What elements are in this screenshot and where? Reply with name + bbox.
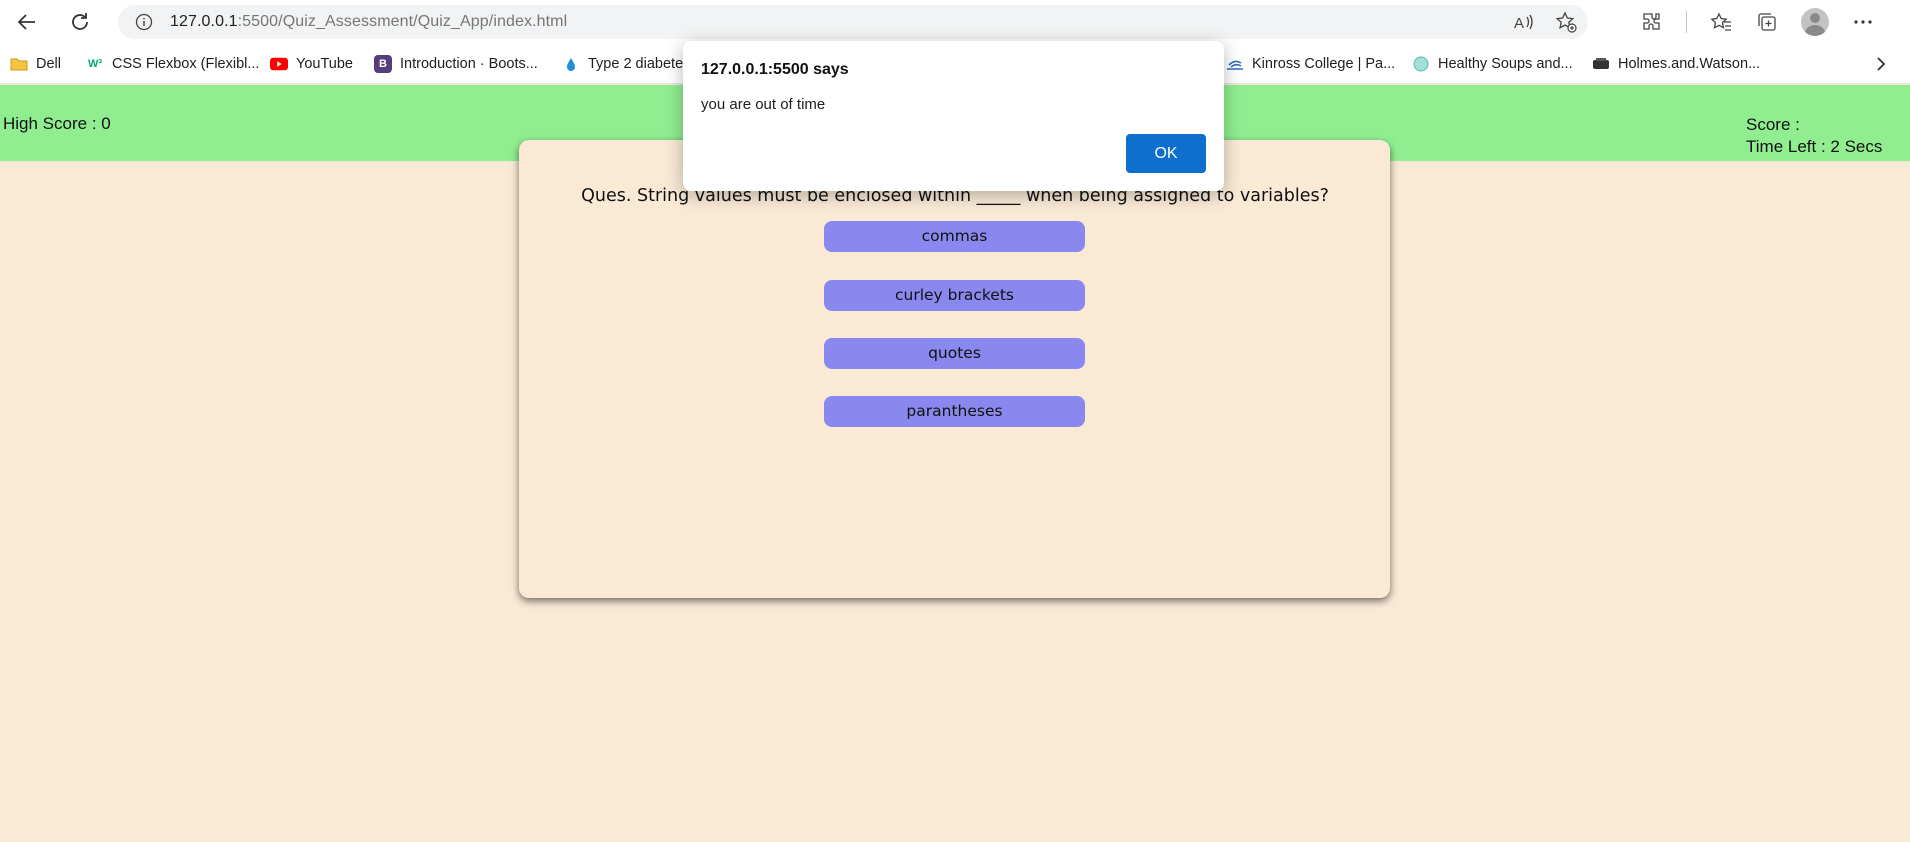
bookmark-holmes-watson[interactable]: Holmes.and.Watson... — [1592, 52, 1760, 76]
high-score: High Score : 0 — [3, 114, 111, 133]
folder-icon — [10, 55, 28, 73]
url-host: 127.0.0.1 — [170, 13, 238, 30]
alert-dialog: 127.0.0.1:5500 says you are out of time … — [683, 41, 1224, 191]
bookmark-css-flexbox[interactable]: W³ CSS Flexbox (Flexibl... — [86, 52, 260, 76]
score-panel: Score : Time Left : 2 Secs — [1746, 114, 1882, 158]
bootstrap-icon: B — [374, 55, 392, 73]
movie-site-icon — [1592, 55, 1610, 73]
add-favorite-icon[interactable] — [1554, 10, 1578, 34]
answer-button-quotes[interactable]: quotes — [824, 338, 1085, 369]
answer-button-parantheses[interactable]: parantheses — [824, 396, 1085, 427]
kinross-site-icon — [1226, 55, 1244, 73]
bookmark-kinross[interactable]: Kinross College | Pa... — [1226, 52, 1395, 76]
more-menu-icon[interactable] — [1851, 10, 1875, 34]
bookmark-label: Healthy Soups and... — [1438, 56, 1573, 72]
youtube-icon — [270, 55, 288, 73]
diabetes-site-icon — [562, 55, 580, 73]
toolbar-separator — [1686, 11, 1687, 33]
bookmark-label: Kinross College | Pa... — [1252, 56, 1396, 72]
bookmark-label: CSS Flexbox (Flexibl... — [112, 56, 260, 72]
bookmark-type2[interactable]: Type 2 diabete — [562, 52, 683, 76]
soups-site-icon — [1412, 55, 1430, 73]
score-label: Score : — [1746, 115, 1800, 134]
bookmark-dell[interactable]: Dell — [10, 52, 61, 76]
alert-message: you are out of time — [701, 96, 826, 113]
quiz-card — [519, 140, 1390, 598]
time-left: Time Left : 2 Secs — [1746, 137, 1883, 156]
url-path: :5500/Quiz_Assessment/Quiz_App/index.htm… — [237, 13, 568, 30]
bookmark-healthy-soups[interactable]: Healthy Soups and... — [1412, 52, 1573, 76]
back-icon[interactable] — [11, 6, 43, 38]
bookmarks-overflow-chevron-icon[interactable] — [1874, 52, 1888, 76]
favorites-icon[interactable] — [1709, 10, 1733, 34]
browser-toolbar: 127.0.0.1:5500/Quiz_Assessment/Quiz_App/… — [0, 0, 1910, 44]
refresh-icon[interactable] — [64, 6, 96, 38]
ok-button[interactable]: OK — [1126, 134, 1206, 173]
bookmark-bootstrap[interactable]: B Introduction · Boots... — [374, 52, 538, 76]
bookmark-youtube[interactable]: YouTube — [270, 52, 353, 76]
bookmark-label: YouTube — [296, 56, 353, 72]
svg-text:A: A — [1514, 15, 1524, 32]
url-text[interactable]: 127.0.0.1:5500/Quiz_Assessment/Quiz_App/… — [170, 13, 567, 31]
bookmark-label: Type 2 diabete — [588, 56, 684, 72]
alert-title: 127.0.0.1:5500 says — [701, 61, 849, 78]
profile-avatar[interactable] — [1801, 8, 1829, 36]
info-icon[interactable] — [134, 12, 154, 32]
answer-button-curley-brackets[interactable]: curley brackets — [824, 280, 1085, 311]
address-bar[interactable]: 127.0.0.1:5500/Quiz_Assessment/Quiz_App/… — [118, 5, 1588, 39]
bookmark-label: Holmes.and.Watson... — [1618, 56, 1761, 72]
bookmark-label: Introduction · Boots... — [400, 56, 538, 72]
extensions-icon[interactable] — [1640, 10, 1664, 34]
bookmark-label: Dell — [36, 56, 61, 72]
answer-button-commas[interactable]: commas — [824, 221, 1085, 252]
read-aloud-icon[interactable]: A — [1512, 10, 1536, 34]
w3schools-icon: W³ — [87, 58, 103, 70]
collections-icon[interactable] — [1755, 10, 1779, 34]
